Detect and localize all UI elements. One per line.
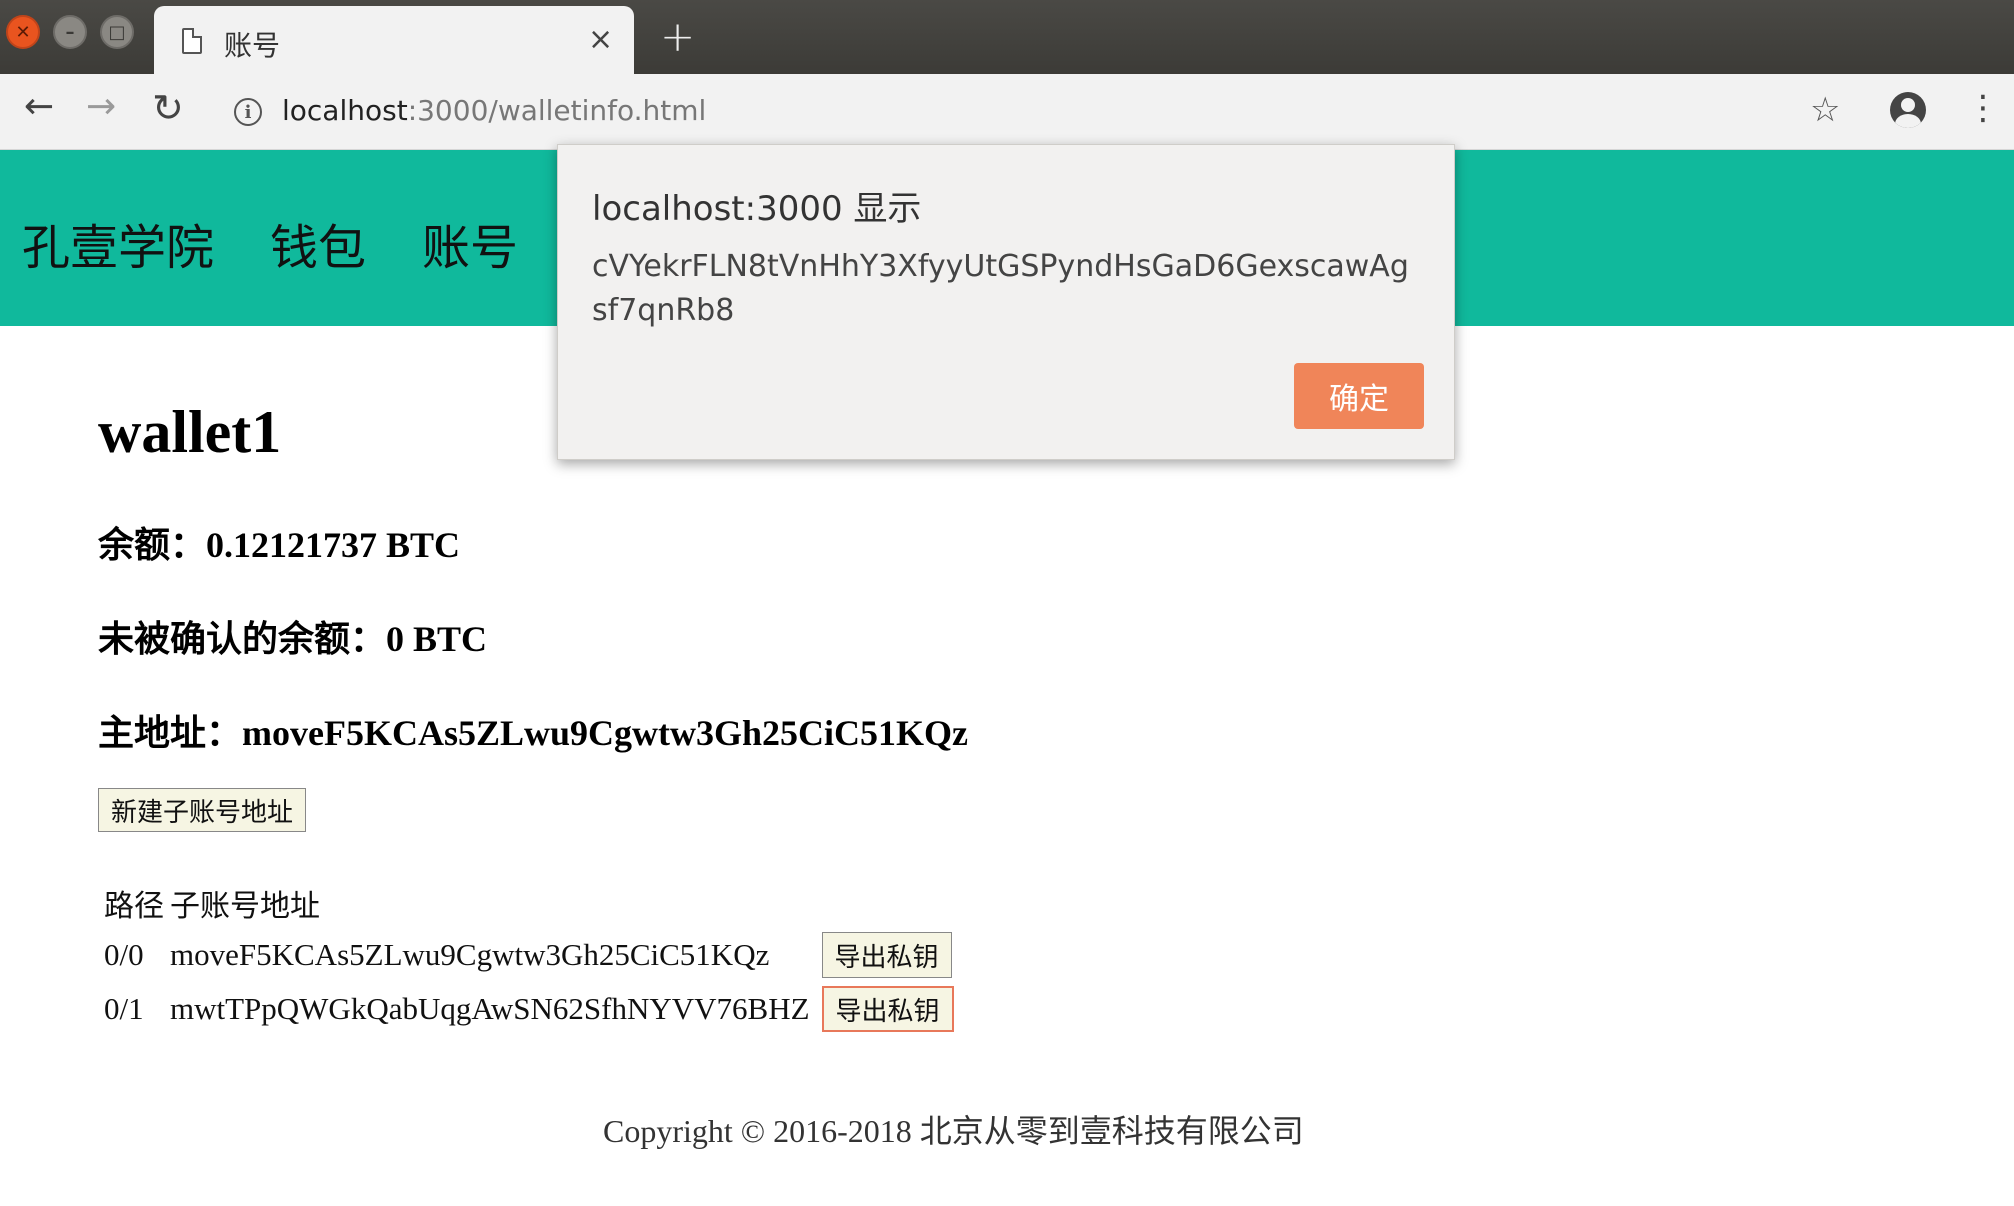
balance-text: 余额：0.12121737 BTC [98, 525, 461, 565]
table-row: 0/0 moveF5KCAs5ZLwu9Cgwtw3Gh25CiC51KQz 导… [104, 930, 960, 980]
window-titlebar: ✕ – □ 账号 × + [0, 0, 2014, 74]
row-address: mwtTPpQWGkQabUqgAwSN62SfhNYVV76BHZ [170, 991, 810, 1026]
nav-wallet[interactable]: 钱包 [270, 208, 366, 278]
table-header-row: 路径 子账号地址 [104, 880, 960, 926]
tab-close-icon[interactable]: × [588, 22, 613, 57]
sub-address-table: 路径 子账号地址 0/0 moveF5KCAs5ZLwu9Cgwtw3Gh25C… [98, 876, 966, 1038]
main-address-text: 主地址：moveF5KCAs5ZLwu9Cgwtw3Gh25CiC51KQz [98, 713, 968, 753]
row-path: 0/1 [104, 991, 144, 1026]
nav-account[interactable]: 账号 [422, 208, 518, 278]
reload-icon[interactable]: ↻ [152, 86, 184, 130]
bookmark-star-icon[interactable]: ☆ [1810, 90, 1840, 130]
footer-copyright: Copyright © 2016-2018 北京从零到壹科技有限公司 [603, 1113, 1304, 1149]
close-icon: ✕ [15, 21, 31, 43]
account-avatar-icon[interactable] [1890, 92, 1926, 128]
window-minimize-button[interactable]: – [53, 15, 87, 49]
dialog-ok-button[interactable]: 确定 [1294, 363, 1424, 429]
kebab-menu-icon[interactable]: ⋮ [1966, 88, 2000, 128]
window-close-button[interactable]: ✕ [6, 15, 40, 49]
tab-title: 账号 [224, 29, 281, 62]
page-icon [182, 28, 202, 54]
window-maximize-button[interactable]: □ [100, 15, 134, 49]
address-bar[interactable]: localhost:3000/walletinfo.html [282, 94, 706, 127]
url-host: localhost [282, 94, 408, 127]
nav-brand[interactable]: 孔壹学院 [22, 208, 214, 278]
unconfirmed-balance-text: 未被确认的余额：0 BTC [98, 619, 488, 659]
row-path: 0/0 [104, 937, 144, 972]
row-address: moveF5KCAs5ZLwu9Cgwtw3Gh25CiC51KQz [170, 937, 770, 972]
site-info-icon[interactable]: i [234, 98, 262, 126]
new-sub-address-button[interactable]: 新建子账号地址 [98, 788, 307, 832]
new-tab-button[interactable]: + [660, 14, 695, 60]
column-path: 路径 [104, 889, 164, 924]
browser-tab[interactable]: 账号 × [154, 6, 634, 74]
table-row: 0/1 mwtTPpQWGkQabUqgAwSN62SfhNYVV76BHZ 导… [104, 984, 960, 1034]
dialog-title: localhost:3000 显示 [592, 189, 922, 229]
forward-arrow-icon[interactable]: → [86, 86, 116, 127]
export-private-key-button[interactable]: 导出私钥 [821, 986, 954, 1032]
browser-toolbar: ← → ↻ i localhost:3000/walletinfo.html ☆… [0, 74, 2014, 150]
wallet-name: wallet1 [98, 399, 282, 465]
alert-dialog: localhost:3000 显示 cVYekrFLN8tVnHhY3XfyyU… [557, 144, 1455, 460]
url-path: :3000/walletinfo.html [407, 94, 707, 127]
back-arrow-icon[interactable]: ← [24, 86, 54, 127]
export-private-key-button[interactable]: 导出私钥 [821, 932, 952, 978]
column-address: 子账号地址 [170, 889, 320, 924]
dialog-message: cVYekrFLN8tVnHhY3XfyyUtGSPyndHsGaD6Gexsc… [592, 249, 1409, 328]
maximize-icon: □ [108, 21, 126, 43]
minimize-icon: – [65, 21, 75, 43]
